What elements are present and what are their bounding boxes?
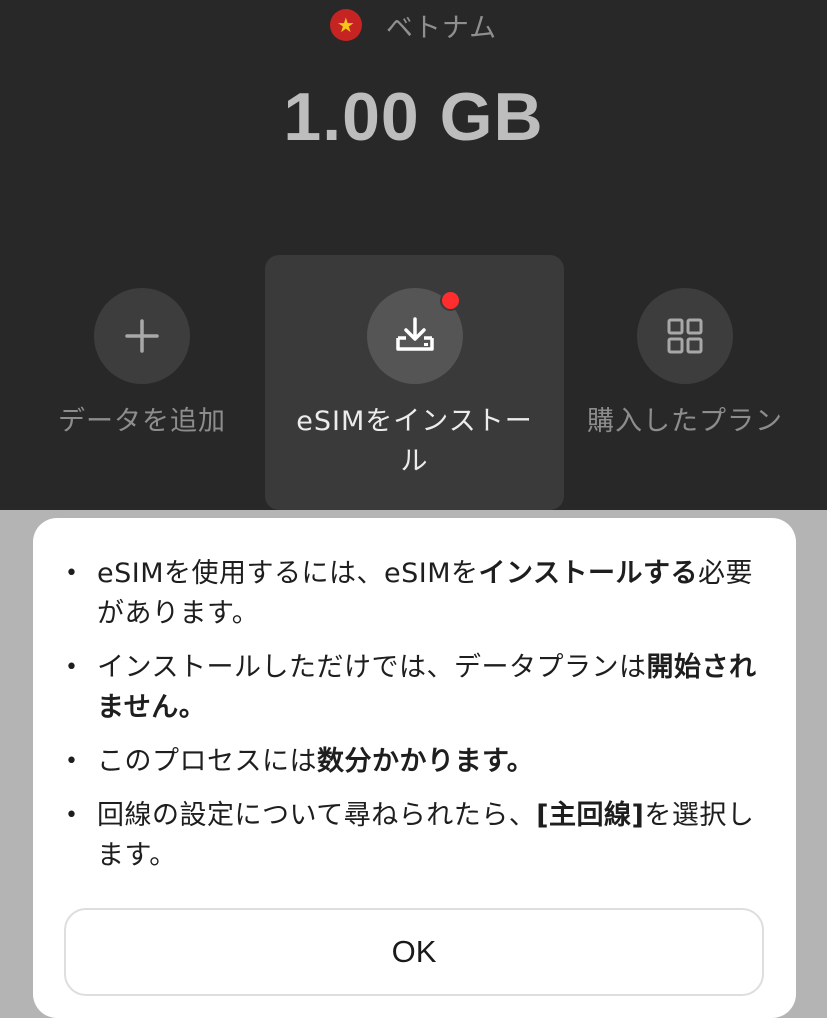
note-text: eSIMを使用するには、eSIMを	[97, 558, 479, 589]
ok-button[interactable]: OK	[64, 908, 764, 996]
country-name: ベトナム	[385, 12, 498, 44]
info-note: 回線の設定について尋ねられたら、[主回線]を選択します。	[65, 796, 758, 876]
grid-icon	[667, 318, 703, 354]
note-emphasis: [主回線]	[536, 800, 645, 831]
action-row: データを追加 eSIMをインストール 購入したプラン	[0, 255, 827, 510]
info-note: eSIMを使用するには、eSIMをインストールする必要があります。	[65, 554, 758, 634]
info-note: このプロセスには数分かかります。	[65, 742, 758, 782]
purchased-plans-label: 購入したプラン	[587, 406, 783, 437]
add-data-label: データを追加	[58, 406, 226, 437]
purchased-plans-button[interactable]: 購入したプラン	[580, 255, 790, 510]
install-info-sheet: eSIMを使用するには、eSIMをインストールする必要があります。 インストール…	[33, 518, 796, 1018]
info-list: eSIMを使用するには、eSIMをインストールする必要があります。 インストール…	[33, 518, 796, 876]
install-esim-label: eSIMをインストール	[296, 406, 533, 477]
vietnam-flag-icon: ★	[329, 9, 362, 41]
info-note: インストールしただけでは、データプランは開始されません。	[65, 648, 758, 728]
note-emphasis: 数分かかります。	[317, 746, 535, 777]
esim-header-panel: ★ ベトナム 1.00 GB データを追加 eSIMをインストール 購入したプラ…	[0, 0, 827, 510]
note-text: インストールしただけでは、データプランは	[97, 652, 647, 683]
add-data-icon-circle	[94, 288, 190, 384]
add-data-button[interactable]: データを追加	[42, 255, 242, 510]
download-tray-icon	[395, 317, 434, 351]
plus-icon	[125, 319, 159, 353]
notification-dot	[439, 290, 461, 311]
country-row: ★ ベトナム	[0, 5, 827, 45]
install-esim-button[interactable]: eSIMをインストール	[265, 255, 564, 510]
purchased-plans-icon-circle	[637, 288, 733, 384]
install-esim-icon-circle	[366, 288, 463, 384]
note-text: このプロセスには	[97, 746, 317, 777]
data-amount: 1.00 GB	[283, 79, 544, 155]
note-text: 回線の設定について尋ねられたら、	[97, 800, 537, 831]
note-emphasis: インストールする	[478, 558, 698, 589]
